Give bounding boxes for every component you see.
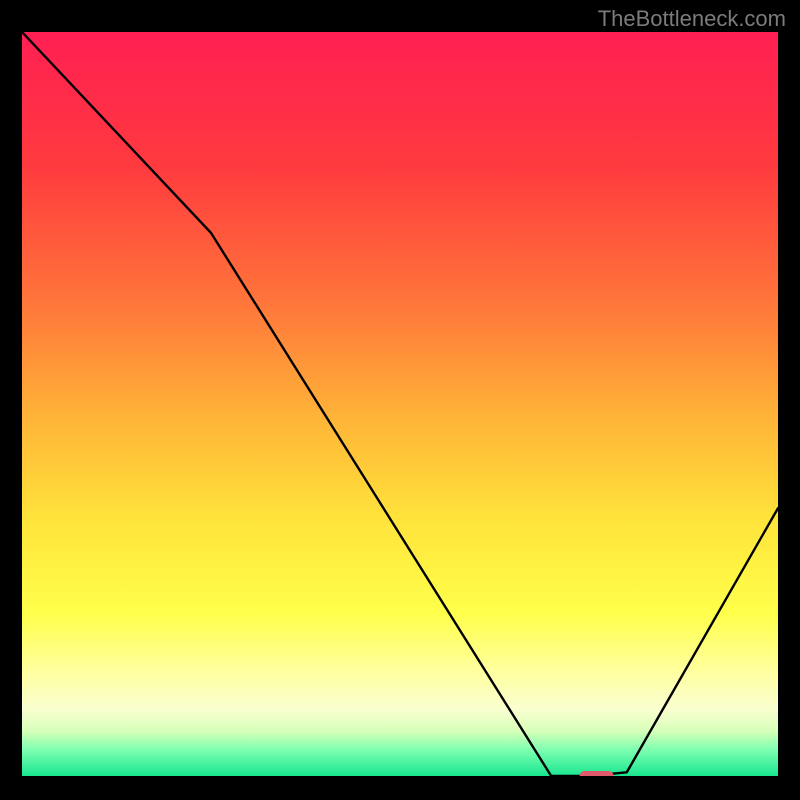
plot-area <box>22 32 778 776</box>
watermark-text: TheBottleneck.com <box>598 6 786 32</box>
optimal-marker <box>580 771 614 776</box>
chart-svg <box>22 32 778 776</box>
chart-container: TheBottleneck.com <box>0 0 800 800</box>
gradient-background <box>22 32 778 776</box>
